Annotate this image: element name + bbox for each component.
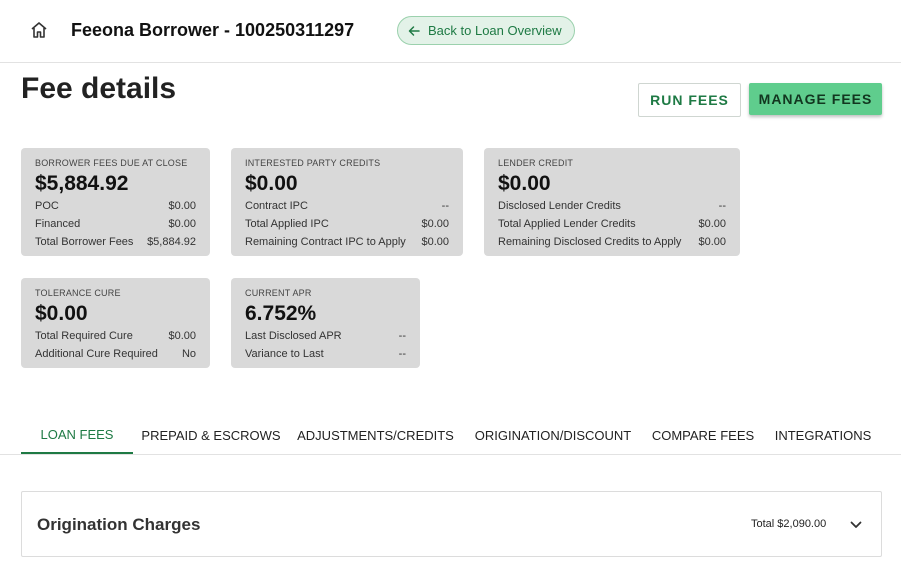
row-value: $0.00 [698, 236, 726, 248]
home-icon[interactable] [29, 20, 49, 40]
row-label: Total Applied Lender Credits [498, 218, 636, 230]
arrow-left-icon [408, 25, 420, 36]
tab-origination-discount[interactable]: ORIGINATION/DISCOUNT [471, 417, 635, 454]
row-label: Disclosed Lender Credits [498, 200, 621, 212]
current-apr-card: CURRENT APR 6.752% Last Disclosed APR -- … [231, 278, 420, 368]
lender-credit-card: LENDER CREDIT $0.00 Disclosed Lender Cre… [484, 148, 740, 256]
row-label: Total Applied IPC [245, 218, 329, 230]
row-value: $0.00 [168, 218, 196, 230]
card-row: Total Applied Lender Credits $0.00 [498, 215, 726, 233]
tab-integrations[interactable]: INTEGRATIONS [772, 417, 874, 454]
row-value: -- [718, 200, 726, 212]
loan-title: Feeona Borrower - 100250311297 [71, 20, 355, 40]
row-label: Contract IPC [245, 200, 308, 212]
section-total: Total $2,090.00 [751, 518, 827, 530]
row-value: -- [398, 330, 406, 342]
section-title: Origination Charges [37, 515, 201, 534]
row-label: Remaining Disclosed Credits to Apply [498, 236, 682, 248]
row-label: Financed [35, 218, 81, 230]
card-value: $0.00 [498, 172, 551, 195]
card-row: Remaining Contract IPC to Apply $0.00 [245, 233, 449, 251]
card-label: BORROWER FEES DUE AT CLOSE [35, 158, 188, 168]
card-row: Total Required Cure $0.00 [35, 327, 196, 345]
row-value: -- [398, 348, 406, 360]
tab-adjustments-credits[interactable]: ADJUSTMENTS/CREDITS [297, 417, 454, 454]
manage-fees-button[interactable]: MANAGE FEES [749, 83, 882, 115]
top-bar: Feeona Borrower - 100250311297 Back to L… [0, 0, 901, 63]
borrower-fees-card: BORROWER FEES DUE AT CLOSE $5,884.92 POC… [21, 148, 210, 256]
row-value: $0.00 [421, 218, 449, 230]
row-label: Last Disclosed APR [245, 330, 342, 342]
card-row: Last Disclosed APR -- [245, 327, 406, 345]
row-label: Total Required Cure [35, 330, 133, 342]
card-row: Additional Cure Required No [35, 345, 196, 363]
card-value: $0.00 [35, 302, 88, 325]
tab-loan-fees[interactable]: LOAN FEES [21, 417, 133, 454]
card-value: $5,884.92 [35, 172, 129, 195]
page-title: Fee details [21, 72, 177, 105]
row-value: $0.00 [168, 200, 196, 212]
card-label: TOLERANCE CURE [35, 288, 121, 298]
row-value: $0.00 [698, 218, 726, 230]
card-row: Contract IPC -- [245, 197, 449, 215]
card-label: INTERESTED PARTY CREDITS [245, 158, 381, 168]
run-fees-button[interactable]: RUN FEES [638, 83, 741, 117]
interested-party-credits-card: INTERESTED PARTY CREDITS $0.00 Contract … [231, 148, 463, 256]
row-label: Total Borrower Fees [35, 236, 134, 248]
tab-prepaid-escrows[interactable]: PREPAID & ESCROWS [141, 417, 281, 454]
row-value: $0.00 [168, 330, 196, 342]
card-label: LENDER CREDIT [498, 158, 574, 168]
row-value: No [181, 348, 196, 360]
tolerance-cure-card: TOLERANCE CURE $0.00 Total Required Cure… [21, 278, 210, 368]
back-to-loan-overview-button[interactable]: Back to Loan Overview [397, 16, 575, 45]
card-value: $0.00 [245, 172, 298, 195]
card-row: POC $0.00 [35, 197, 196, 215]
card-row: Total Applied IPC $0.00 [245, 215, 449, 233]
row-label: Remaining Contract IPC to Apply [245, 236, 406, 248]
card-label: CURRENT APR [245, 288, 312, 298]
row-value: $5,884.92 [147, 236, 196, 248]
fee-tabs: LOAN FEES PREPAID & ESCROWS ADJUSTMENTS/… [0, 417, 901, 455]
row-label: Variance to Last [245, 348, 324, 360]
back-button-label: Back to Loan Overview [428, 23, 562, 38]
card-row: Variance to Last -- [245, 345, 406, 363]
card-row: Remaining Disclosed Credits to Apply $0.0… [498, 233, 726, 251]
row-value: -- [441, 200, 449, 212]
row-label: POC [35, 200, 59, 212]
card-row: Financed $0.00 [35, 215, 196, 233]
card-row: Total Borrower Fees $5,884.92 [35, 233, 196, 251]
row-label: Additional Cure Required [35, 348, 158, 360]
row-value: $0.00 [421, 236, 449, 248]
tab-compare-fees[interactable]: COMPARE FEES [652, 417, 754, 454]
card-row: Disclosed Lender Credits -- [498, 197, 726, 215]
origination-charges-section[interactable]: Origination Charges Total $2,090.00 [21, 491, 882, 557]
chevron-down-icon[interactable] [849, 518, 863, 532]
card-value: 6.752% [245, 302, 317, 325]
